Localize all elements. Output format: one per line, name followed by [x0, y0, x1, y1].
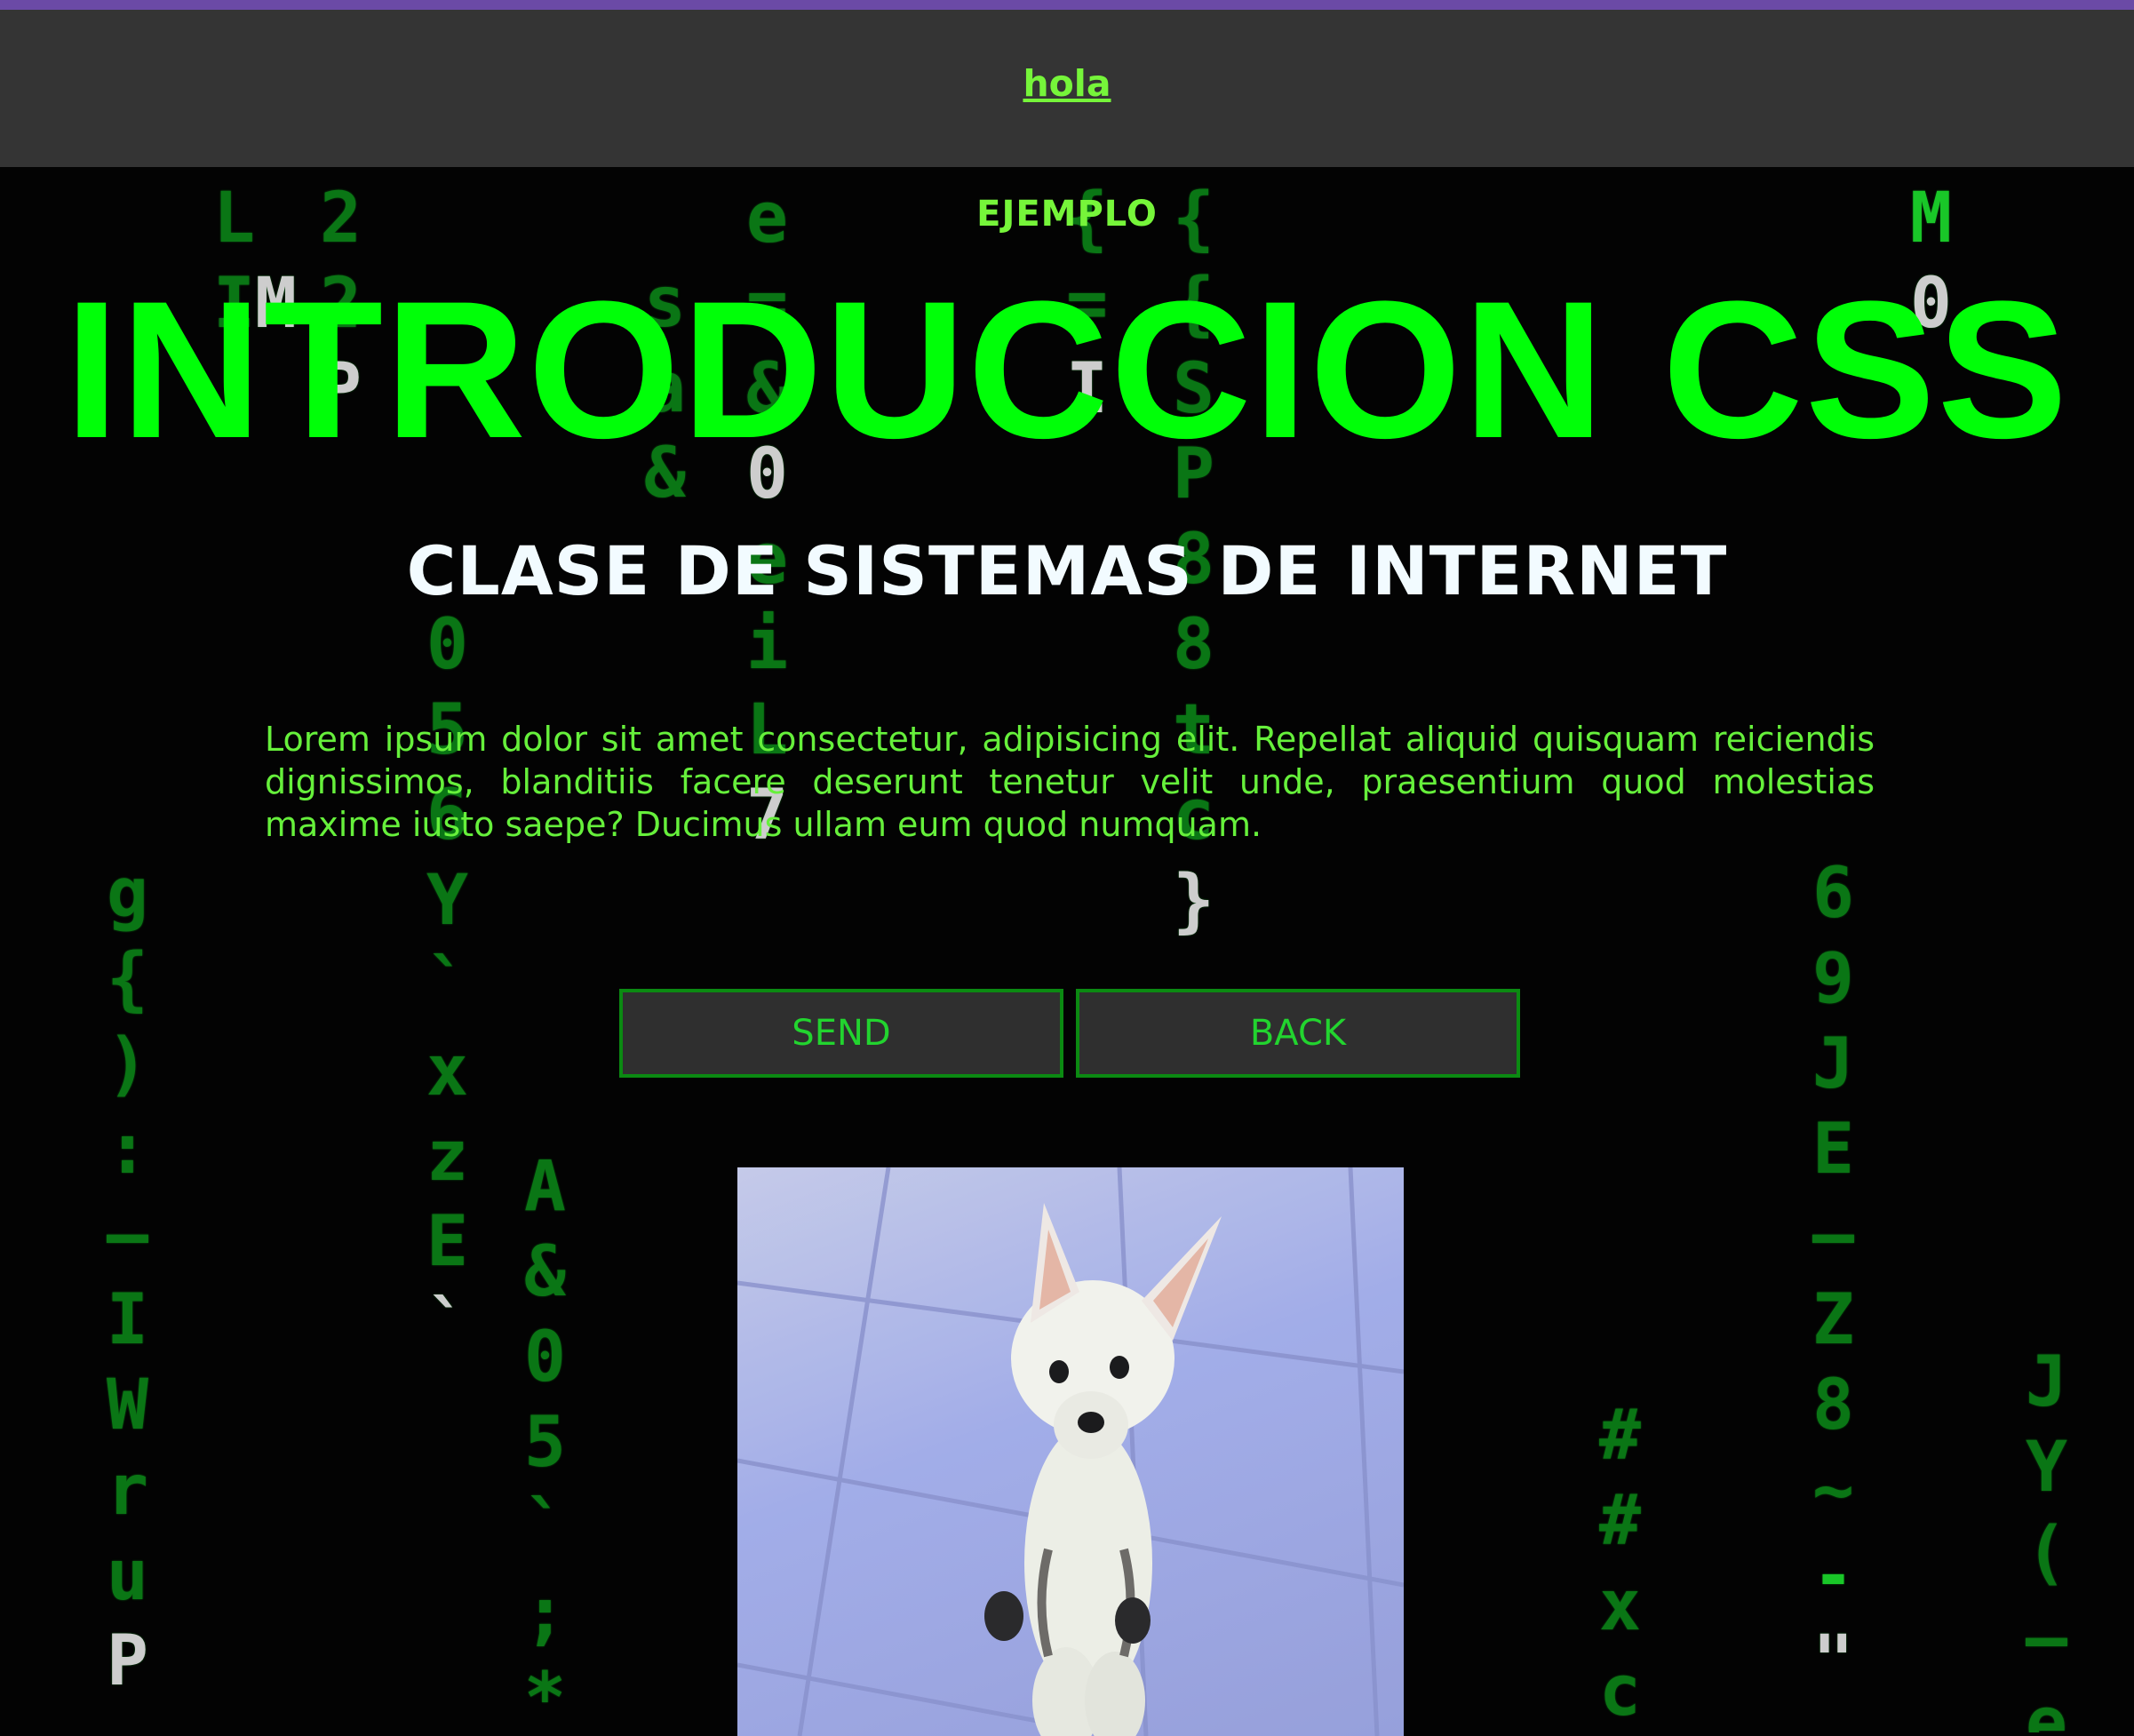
button-row: SEND BACK	[619, 989, 1520, 1078]
matrix-rain-column: g { ) : — I W r u P	[107, 854, 148, 1701]
window-top-stripe	[0, 0, 2134, 10]
send-button[interactable]: SEND	[619, 989, 1063, 1078]
body-paragraph: Lorem ipsum dolor sit amet consectetur, …	[265, 720, 1875, 844]
eyebrow-label: EJEMPLO	[976, 194, 1158, 235]
page-subtitle: CLASE DE SISTEMAS DE INTERNET	[406, 531, 1728, 610]
nav-link-hola[interactable]: hola	[1023, 62, 1111, 105]
matrix-rain-column: # # x c	[1599, 1396, 1641, 1732]
matrix-rain-column: A & 0 5 ` ; *	[524, 1147, 566, 1732]
navbar: hola	[0, 10, 2134, 167]
dog-photo	[737, 1167, 1404, 1736]
matrix-rain-column: J Y ( — e	[2026, 1342, 2067, 1732]
matrix-rain-column: 6 9 J E — Z 8 ~ - "	[1812, 854, 1854, 1701]
back-button[interactable]: BACK	[1076, 989, 1520, 1078]
dog-photo-illustration	[737, 1167, 1404, 1736]
page-title: INTRODUCCION CSS	[64, 260, 2070, 479]
